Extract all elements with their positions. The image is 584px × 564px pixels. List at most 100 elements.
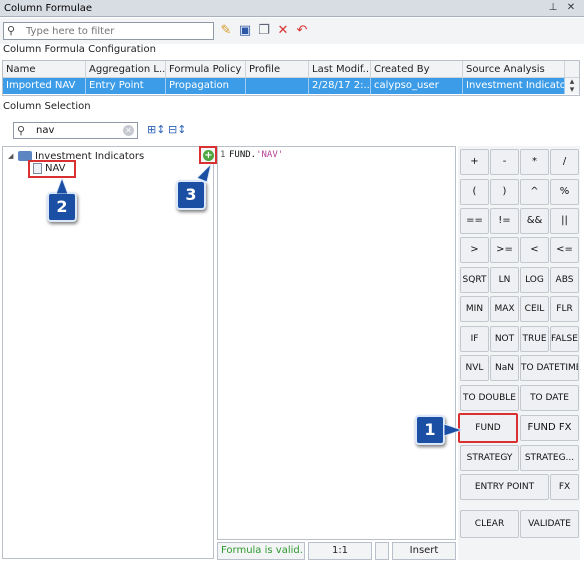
insert-mode: Insert (392, 542, 456, 560)
key-less[interactable]: < (520, 237, 549, 263)
key-to-datetime[interactable]: TO DATETIME (520, 355, 579, 381)
formula-editor[interactable]: 1 FUND.'NAV' (217, 146, 456, 540)
table-cell-source-analysis[interactable]: Investment Indicators (463, 78, 565, 94)
column-search-input[interactable] (36, 124, 116, 137)
callout-arrow-3 (197, 164, 212, 182)
key-max[interactable]: MAX (490, 296, 519, 322)
key-entry-point[interactable]: ENTRY POINT (460, 474, 549, 500)
key-fx[interactable]: FX (550, 474, 579, 500)
filter-input[interactable] (26, 24, 206, 38)
col-header-aggregation[interactable]: Aggregation L... (86, 61, 166, 78)
expand-arrow-icon[interactable]: ◢ (8, 149, 18, 163)
key-ln[interactable]: LN (490, 267, 519, 293)
col-header-formula-policy[interactable]: Formula Policy (166, 61, 246, 78)
key-min[interactable]: MIN (460, 296, 489, 322)
col-header-source-analysis[interactable]: Source Analysis (463, 61, 565, 78)
table-cell-name[interactable]: Imported NAV (3, 78, 86, 94)
callout-arrow-2 (55, 178, 69, 194)
close-icon[interactable]: ✕ (564, 1, 578, 15)
col-header-last-modified[interactable]: Last Modif... (309, 61, 371, 78)
add-to-formula-button[interactable]: + (199, 146, 217, 164)
key-false[interactable]: FALSE (550, 326, 579, 352)
search-icon: ⚲ (7, 24, 16, 37)
key-true[interactable]: TRUE (520, 326, 549, 352)
callout-badge-3: 3 (176, 180, 206, 210)
key-nvl[interactable]: NVL (460, 355, 489, 381)
formula-code[interactable]: FUND.'NAV' (229, 150, 283, 160)
key-fund-fx[interactable]: FUND FX (520, 415, 579, 441)
editor-status-bar: Formula is valid. 1:1 Insert (217, 542, 456, 560)
key-and[interactable]: && (520, 208, 549, 234)
filter-toolbar: ⚲ ✎ ▣ ❐ ✕ ↶ (0, 18, 584, 44)
save-icon[interactable]: ▣ (237, 23, 253, 39)
table-cell-formula-policy[interactable]: Propagation (166, 78, 246, 94)
key-close-paren[interactable]: ) (490, 179, 519, 205)
key-plus[interactable]: + (460, 149, 489, 175)
col-header-name[interactable]: Name (3, 61, 86, 78)
table-cell-created-by[interactable]: calypso_user (371, 78, 463, 94)
key-divide[interactable]: / (550, 149, 579, 175)
col-header-filler (565, 61, 579, 78)
search-icon: ⚲ (17, 124, 26, 137)
key-if[interactable]: IF (460, 326, 489, 352)
key-greater-equal[interactable]: >= (490, 237, 519, 263)
validate-button[interactable]: VALIDATE (520, 510, 579, 538)
expand-all-icon[interactable]: ⊞↕ (147, 123, 165, 137)
tree-node-label: NAV (45, 163, 66, 174)
table-cell-aggregation[interactable]: Entry Point (86, 78, 166, 94)
clear-button[interactable]: CLEAR (460, 510, 519, 538)
window-title: Column Formulae (4, 3, 93, 14)
filter-field[interactable]: ⚲ (3, 22, 214, 40)
plus-icon: + (203, 150, 214, 161)
key-to-date[interactable]: TO DATE (520, 385, 579, 411)
code-function: FUND. (229, 150, 257, 160)
undo-icon[interactable]: ↶ (294, 23, 310, 39)
key-ceil[interactable]: CEIL (520, 296, 549, 322)
table-cell-profile[interactable] (246, 78, 309, 94)
key-nan[interactable]: NaN (490, 355, 519, 381)
callout-badge-1: 1 (415, 415, 445, 445)
code-string: 'NAV' (256, 150, 284, 160)
config-section-label: Column Formula Configuration (3, 44, 156, 55)
col-header-created-by[interactable]: Created By (371, 61, 463, 78)
cursor-position: 1:1 (308, 542, 372, 560)
key-not-equals[interactable]: != (490, 208, 519, 234)
key-to-double[interactable]: TO DOUBLE (460, 385, 519, 411)
column-search-field[interactable]: ⚲ ✕ (13, 122, 138, 139)
key-not[interactable]: NOT (490, 326, 519, 352)
key-equals[interactable]: == (460, 208, 489, 234)
line-number: 1 (220, 150, 226, 160)
selection-section-label: Column Selection (3, 101, 91, 112)
key-strategy-fx[interactable]: STRATEG... (520, 445, 579, 471)
config-table: Name Aggregation L... Formula Policy Pro… (2, 60, 580, 96)
key-greater[interactable]: > (460, 237, 489, 263)
key-abs[interactable]: ABS (550, 267, 579, 293)
title-bar: Column Formulae ⊥ ✕ (0, 0, 584, 17)
pin-icon[interactable]: ⊥ (546, 1, 560, 15)
table-cell-last-modified[interactable]: 2/28/17 2:... (309, 78, 371, 94)
new-icon[interactable]: ✎ (218, 23, 234, 39)
field-icon (33, 162, 42, 174)
key-open-paren[interactable]: ( (460, 179, 489, 205)
tree-node-nav[interactable]: NAV (28, 160, 76, 178)
status-spacer (375, 542, 389, 560)
key-modulo[interactable]: % (550, 179, 579, 205)
key-strategy[interactable]: STRATEGY (460, 445, 519, 471)
key-less-equal[interactable]: <= (550, 237, 579, 263)
table-scrollbar[interactable]: ▴ ▾ (565, 78, 579, 95)
key-fund[interactable]: FUND (458, 413, 518, 443)
key-log[interactable]: LOG (520, 267, 549, 293)
key-minus[interactable]: - (490, 149, 519, 175)
key-sqrt[interactable]: SQRT (460, 267, 489, 293)
key-or[interactable]: || (550, 208, 579, 234)
collapse-all-icon[interactable]: ⊟↕ (168, 123, 186, 137)
col-header-profile[interactable]: Profile (246, 61, 309, 78)
key-multiply[interactable]: * (520, 149, 549, 175)
validation-status: Formula is valid. (217, 542, 305, 560)
callout-badge-2: 2 (47, 192, 77, 222)
key-power[interactable]: ^ (520, 179, 549, 205)
copy-icon[interactable]: ❐ (256, 23, 272, 39)
clear-search-icon[interactable]: ✕ (123, 125, 134, 136)
delete-icon[interactable]: ✕ (275, 23, 291, 39)
key-floor[interactable]: FLR (550, 296, 579, 322)
